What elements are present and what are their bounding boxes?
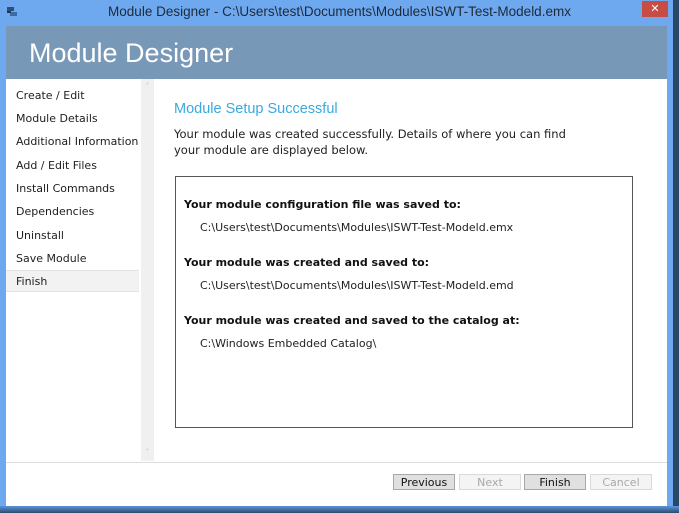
previous-button[interactable]: Previous [393,474,455,490]
nav-item-additional-information[interactable]: Additional Information [6,131,139,153]
nav-item-uninstall[interactable]: Uninstall [6,225,139,247]
scroll-up-icon[interactable]: ˄ [141,81,154,93]
title-bar: Module Designer - C:\Users\test\Document… [0,0,679,26]
header-title: Module Designer [29,38,234,68]
next-button[interactable]: Next [459,474,521,490]
nav-item-add-edit-files[interactable]: Add / Edit Files [6,155,139,177]
close-icon: ✕ [650,2,660,15]
catalog-label: Your module was created and saved to the… [184,314,520,327]
module-designer-window: Module Designer - C:\Users\test\Document… [0,0,679,513]
window-edge-right [673,0,679,513]
scroll-down-icon[interactable]: ˅ [141,447,154,459]
footer-divider [6,462,667,463]
sidebar-scrollbar[interactable]: ˄ ˅ [141,79,154,461]
nav-item-module-details[interactable]: Module Details [6,108,139,130]
catalog-path: C:\Windows Embedded Catalog\ [200,337,377,350]
page-heading: Module Setup Successful [174,101,338,117]
client-area: Module Designer Create / Edit Module Det… [6,26,667,506]
nav-item-create-edit[interactable]: Create / Edit [6,85,139,107]
intro-text: Your module was created successfully. De… [174,127,566,157]
cancel-button[interactable]: Cancel [590,474,652,490]
close-button[interactable]: ✕ [642,1,668,17]
nav-item-save-module[interactable]: Save Module [6,248,139,270]
window-title: Module Designer - C:\Users\test\Document… [108,4,571,19]
finish-button[interactable]: Finish [524,474,586,490]
config-file-label: Your module configuration file was saved… [184,198,461,211]
content-panel: Module Setup Successful Your module was … [156,79,667,461]
module-saved-label: Your module was created and saved to: [184,256,430,269]
nav-item-finish[interactable]: Finish [6,270,139,292]
nav-item-install-commands[interactable]: Install Commands [6,178,139,200]
config-file-path: C:\Users\test\Documents\Modules\ISWT-Tes… [200,221,514,234]
window-edge-bottom [0,506,679,513]
nav-item-dependencies[interactable]: Dependencies [6,201,139,223]
details-box: Your module configuration file was saved… [175,176,633,428]
header-banner: Module Designer [6,26,667,79]
module-saved-path: C:\Users\test\Documents\Modules\ISWT-Tes… [200,279,514,292]
wizard-nav: Create / Edit Module Details Additional … [6,79,155,461]
